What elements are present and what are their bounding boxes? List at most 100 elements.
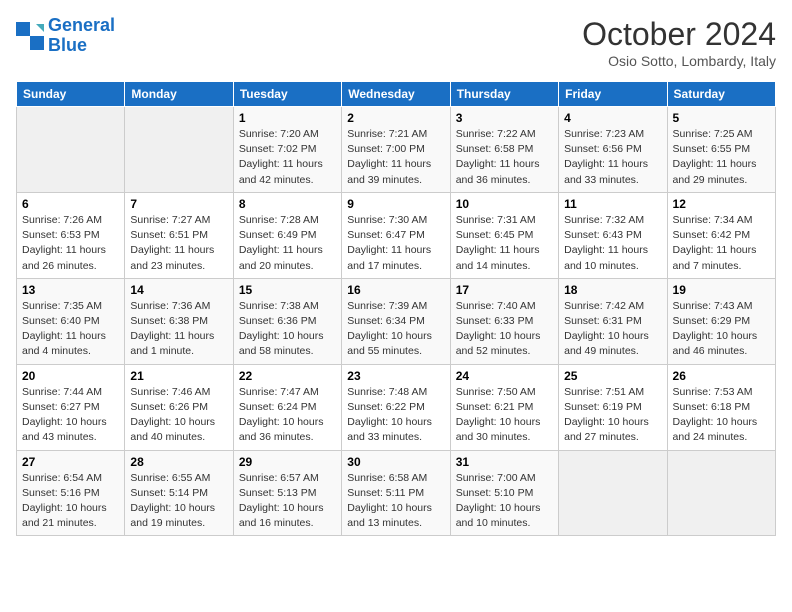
calendar-cell: 17 Sunrise: 7:40 AM Sunset: 6:33 PM Dayli… — [450, 278, 558, 364]
calendar-cell: 27 Sunrise: 6:54 AM Sunset: 5:16 PM Dayli… — [17, 450, 125, 536]
calendar-cell: 18Sunrise: 7:42 AM Sunset: 6:31 PM Dayli… — [559, 278, 667, 364]
calendar-cell: 4Sunrise: 7:23 AM Sunset: 6:56 PM Daylig… — [559, 107, 667, 193]
day-detail: Sunrise: 7:22 AM Sunset: 6:58 PM Dayligh… — [456, 127, 553, 188]
day-number: 1 — [239, 111, 336, 125]
day-detail: Sunrise: 7:32 AM Sunset: 6:43 PM Dayligh… — [564, 213, 661, 274]
calendar-cell: 1 Sunrise: 7:20 AM Sunset: 7:02 PM Daylig… — [233, 107, 341, 193]
day-detail: Sunrise: 7:27 AM Sunset: 6:51 PM Dayligh… — [130, 213, 227, 274]
calendar-cell: 23 Sunrise: 7:48 AM Sunset: 6:22 PM Dayli… — [342, 364, 450, 450]
day-number: 28 — [130, 455, 227, 469]
calendar-cell: 24Sunrise: 7:50 AM Sunset: 6:21 PM Dayli… — [450, 364, 558, 450]
calendar-cell: 30Sunrise: 6:58 AM Sunset: 5:11 PM Dayli… — [342, 450, 450, 536]
calendar-cell: 20Sunrise: 7:44 AM Sunset: 6:27 PM Dayli… — [17, 364, 125, 450]
day-detail: Sunrise: 7:39 AM Sunset: 6:34 PM Dayligh… — [347, 299, 444, 360]
calendar-week-3: 13 Sunrise: 7:35 AM Sunset: 6:40 PM Dayli… — [17, 278, 776, 364]
day-detail: Sunrise: 6:54 AM Sunset: 5:16 PM Dayligh… — [22, 471, 119, 532]
day-number: 24 — [456, 369, 553, 383]
day-number: 25 — [564, 369, 661, 383]
col-monday: Monday — [125, 82, 233, 107]
day-number: 13 — [22, 283, 119, 297]
day-number: 12 — [673, 197, 770, 211]
day-number: 10 — [456, 197, 553, 211]
calendar-cell — [125, 107, 233, 193]
calendar-cell: 21Sunrise: 7:46 AM Sunset: 6:26 PM Dayli… — [125, 364, 233, 450]
page-header: General Blue October 2024 Osio Sotto, Lo… — [16, 16, 776, 69]
day-number: 3 — [456, 111, 553, 125]
calendar-week-2: 6 Sunrise: 7:26 AM Sunset: 6:53 PM Daylig… — [17, 192, 776, 278]
calendar-cell — [667, 450, 775, 536]
day-detail: Sunrise: 7:43 AM Sunset: 6:29 PM Dayligh… — [673, 299, 770, 360]
day-detail: Sunrise: 7:38 AM Sunset: 6:36 PM Dayligh… — [239, 299, 336, 360]
calendar-cell: 13 Sunrise: 7:35 AM Sunset: 6:40 PM Dayli… — [17, 278, 125, 364]
day-detail: Sunrise: 7:00 AM Sunset: 5:10 PM Dayligh… — [456, 471, 553, 532]
day-detail: Sunrise: 7:31 AM Sunset: 6:45 PM Dayligh… — [456, 213, 553, 274]
day-detail: Sunrise: 7:25 AM Sunset: 6:55 PM Dayligh… — [673, 127, 770, 188]
day-detail: Sunrise: 6:57 AM Sunset: 5:13 PM Dayligh… — [239, 471, 336, 532]
day-number: 2 — [347, 111, 444, 125]
calendar-cell: 5Sunrise: 7:25 AM Sunset: 6:55 PM Daylig… — [667, 107, 775, 193]
calendar-week-1: 1 Sunrise: 7:20 AM Sunset: 7:02 PM Daylig… — [17, 107, 776, 193]
title-block: October 2024 Osio Sotto, Lombardy, Italy — [582, 16, 776, 69]
day-number: 6 — [22, 197, 119, 211]
month-title: October 2024 — [582, 16, 776, 53]
calendar-table: Sunday Monday Tuesday Wednesday Thursday… — [16, 81, 776, 536]
calendar-cell: 7 Sunrise: 7:27 AM Sunset: 6:51 PM Daylig… — [125, 192, 233, 278]
calendar-cell: 11 Sunrise: 7:32 AM Sunset: 6:43 PM Dayli… — [559, 192, 667, 278]
calendar-cell: 8 Sunrise: 7:28 AM Sunset: 6:49 PM Daylig… — [233, 192, 341, 278]
calendar-cell: 15Sunrise: 7:38 AM Sunset: 6:36 PM Dayli… — [233, 278, 341, 364]
calendar-cell: 26 Sunrise: 7:53 AM Sunset: 6:18 PM Dayli… — [667, 364, 775, 450]
col-sunday: Sunday — [17, 82, 125, 107]
day-number: 29 — [239, 455, 336, 469]
day-detail: Sunrise: 7:36 AM Sunset: 6:38 PM Dayligh… — [130, 299, 227, 360]
calendar-week-4: 20Sunrise: 7:44 AM Sunset: 6:27 PM Dayli… — [17, 364, 776, 450]
day-detail: Sunrise: 7:30 AM Sunset: 6:47 PM Dayligh… — [347, 213, 444, 274]
day-detail: Sunrise: 7:26 AM Sunset: 6:53 PM Dayligh… — [22, 213, 119, 274]
calendar-cell: 29 Sunrise: 6:57 AM Sunset: 5:13 PM Dayli… — [233, 450, 341, 536]
logo-blue: Blue — [48, 36, 115, 56]
calendar-cell: 19Sunrise: 7:43 AM Sunset: 6:29 PM Dayli… — [667, 278, 775, 364]
day-number: 9 — [347, 197, 444, 211]
logo-general: General — [48, 15, 115, 35]
calendar-cell: 6 Sunrise: 7:26 AM Sunset: 6:53 PM Daylig… — [17, 192, 125, 278]
day-detail: Sunrise: 7:21 AM Sunset: 7:00 PM Dayligh… — [347, 127, 444, 188]
day-detail: Sunrise: 7:20 AM Sunset: 7:02 PM Dayligh… — [239, 127, 336, 188]
calendar-cell: 3 Sunrise: 7:22 AM Sunset: 6:58 PM Daylig… — [450, 107, 558, 193]
day-detail: Sunrise: 7:44 AM Sunset: 6:27 PM Dayligh… — [22, 385, 119, 446]
calendar-cell — [559, 450, 667, 536]
logo-icon — [16, 22, 44, 50]
day-number: 30 — [347, 455, 444, 469]
day-number: 22 — [239, 369, 336, 383]
calendar-cell — [17, 107, 125, 193]
calendar-cell: 25 Sunrise: 7:51 AM Sunset: 6:19 PM Dayli… — [559, 364, 667, 450]
day-number: 21 — [130, 369, 227, 383]
logo: General Blue — [16, 16, 115, 56]
day-number: 14 — [130, 283, 227, 297]
day-number: 11 — [564, 197, 661, 211]
col-saturday: Saturday — [667, 82, 775, 107]
day-detail: Sunrise: 7:34 AM Sunset: 6:42 PM Dayligh… — [673, 213, 770, 274]
day-detail: Sunrise: 7:40 AM Sunset: 6:33 PM Dayligh… — [456, 299, 553, 360]
logo-text: General Blue — [48, 16, 115, 56]
day-number: 23 — [347, 369, 444, 383]
col-thursday: Thursday — [450, 82, 558, 107]
day-detail: Sunrise: 7:51 AM Sunset: 6:19 PM Dayligh… — [564, 385, 661, 446]
day-detail: Sunrise: 7:53 AM Sunset: 6:18 PM Dayligh… — [673, 385, 770, 446]
day-detail: Sunrise: 7:35 AM Sunset: 6:40 PM Dayligh… — [22, 299, 119, 360]
day-number: 17 — [456, 283, 553, 297]
day-detail: Sunrise: 7:48 AM Sunset: 6:22 PM Dayligh… — [347, 385, 444, 446]
day-number: 31 — [456, 455, 553, 469]
day-detail: Sunrise: 7:47 AM Sunset: 6:24 PM Dayligh… — [239, 385, 336, 446]
day-detail: Sunrise: 7:28 AM Sunset: 6:49 PM Dayligh… — [239, 213, 336, 274]
calendar-week-5: 27 Sunrise: 6:54 AM Sunset: 5:16 PM Dayli… — [17, 450, 776, 536]
calendar-cell: 2 Sunrise: 7:21 AM Sunset: 7:00 PM Daylig… — [342, 107, 450, 193]
calendar-cell: 14 Sunrise: 7:36 AM Sunset: 6:38 PM Dayli… — [125, 278, 233, 364]
calendar-cell: 28Sunrise: 6:55 AM Sunset: 5:14 PM Dayli… — [125, 450, 233, 536]
calendar-cell: 31 Sunrise: 7:00 AM Sunset: 5:10 PM Dayli… — [450, 450, 558, 536]
calendar-cell: 22 Sunrise: 7:47 AM Sunset: 6:24 PM Dayli… — [233, 364, 341, 450]
day-number: 8 — [239, 197, 336, 211]
day-number: 27 — [22, 455, 119, 469]
day-detail: Sunrise: 7:42 AM Sunset: 6:31 PM Dayligh… — [564, 299, 661, 360]
calendar-cell: 12 Sunrise: 7:34 AM Sunset: 6:42 PM Dayli… — [667, 192, 775, 278]
day-number: 7 — [130, 197, 227, 211]
day-number: 26 — [673, 369, 770, 383]
